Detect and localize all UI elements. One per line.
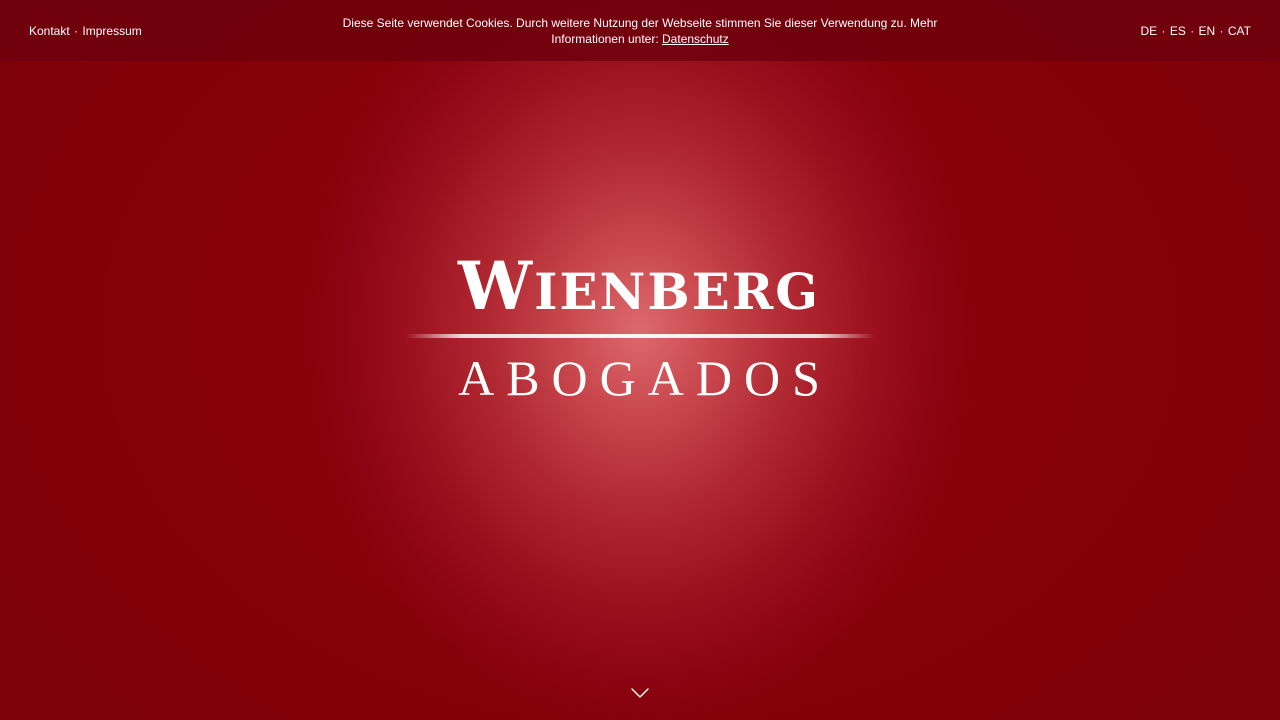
separator: · xyxy=(1161,24,1166,38)
datenschutz-link[interactable]: Datenschutz xyxy=(662,32,729,46)
logo-initial: W xyxy=(458,247,535,325)
language-switcher: DE · ES · EN · CAT xyxy=(1140,23,1251,39)
logo-subtitle: ABOGADOS xyxy=(458,350,832,406)
chevron-down-icon xyxy=(631,688,649,698)
kontakt-link[interactable]: Kontakt xyxy=(29,24,70,38)
separator: · xyxy=(74,24,79,38)
logo-wordmark: WIENBERG xyxy=(400,252,878,326)
impressum-link[interactable]: Impressum xyxy=(82,24,141,38)
top-bar: Kontakt · Impressum Diese Seite verwende… xyxy=(0,0,1280,61)
logo-divider xyxy=(406,334,874,338)
logo-name: IENBERG xyxy=(534,262,820,321)
language-es-link[interactable]: ES xyxy=(1170,24,1186,38)
scroll-down-button[interactable] xyxy=(630,686,650,700)
separator: · xyxy=(1219,24,1224,38)
language-de-link[interactable]: DE xyxy=(1140,24,1157,38)
language-en-link[interactable]: EN xyxy=(1199,24,1216,38)
wienberg-abogados-logo: WIENBERG ABOGADOS xyxy=(400,252,878,404)
top-left-links: Kontakt · Impressum xyxy=(29,23,142,39)
cookie-notice-text: Diese Seite verwendet Cookies. Durch wei… xyxy=(342,16,938,46)
language-cat-link[interactable]: CAT xyxy=(1228,24,1251,38)
cookie-notice: Diese Seite verwendet Cookies. Durch wei… xyxy=(340,15,940,47)
separator: · xyxy=(1190,24,1195,38)
